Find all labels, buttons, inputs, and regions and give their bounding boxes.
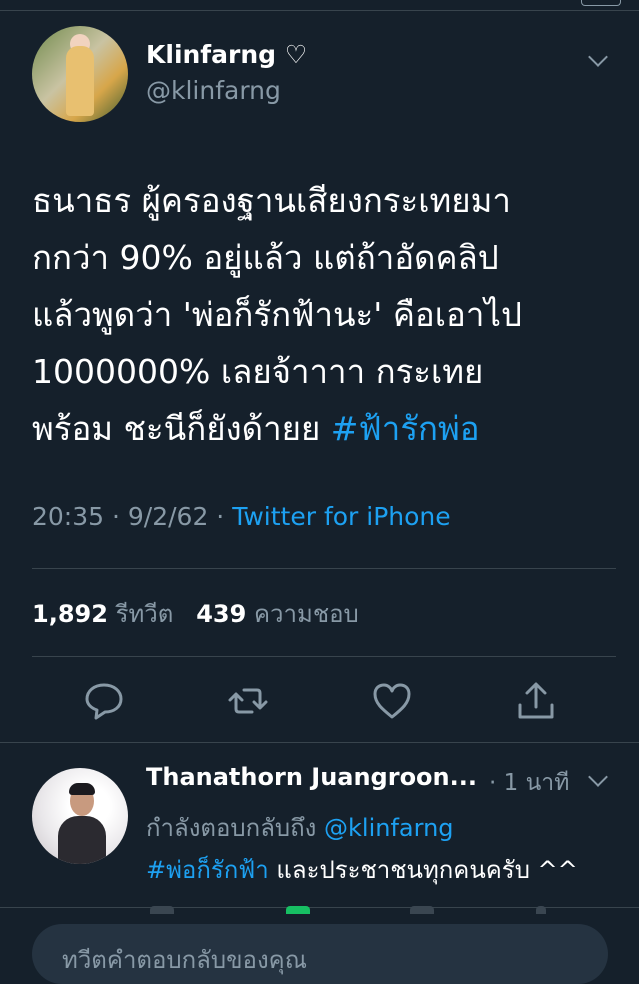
author-avatar[interactable] (32, 26, 128, 122)
tweet-stats: 1,892 รีทวีต 439 ความชอบ (32, 594, 359, 633)
author-handle[interactable]: @klinfarng (146, 76, 281, 105)
retweet-icon[interactable] (226, 679, 270, 723)
divider (32, 656, 616, 657)
divider (0, 742, 639, 743)
tweet-text-line: กกว่า 90% อยู่แล้ว แต่ถ้าอัดคลิป (32, 238, 499, 277)
likes-label[interactable]: ความชอบ (254, 600, 359, 628)
reply-body: และประชาชนทุกคนครับ ^^ (268, 856, 578, 884)
replying-to: กำลังตอบกลับถึง @klinfarng (146, 808, 454, 847)
retweet-icon[interactable] (286, 906, 310, 914)
avatar-figure-body (66, 46, 94, 116)
tweet-meta: 20:35 · 9/2/62 · Twitter for iPhone (32, 502, 451, 531)
divider (32, 568, 616, 569)
avatar-figure-hair (69, 783, 95, 795)
tweet-text: ธนาธร ผู้ครองฐานเสียงกระเทยมา กกว่า 90% … (32, 172, 622, 457)
reply-icon[interactable] (82, 679, 126, 723)
reply-text: #พ่อก็รักฟ้า และประชาชนทุกคนครับ ^^ (146, 850, 578, 889)
share-icon[interactable] (514, 679, 558, 723)
chevron-down-icon[interactable] (588, 767, 608, 787)
top-edge (0, 0, 639, 11)
tweet-text-line: พร้อม ชะนีก็ยังด้ายย #ฟ้ารักพ่อ (32, 400, 622, 457)
retweets-label[interactable]: รีทวีต (116, 600, 174, 628)
tweet-timestamp: 20:35 · 9/2/62 · (32, 502, 233, 531)
tweet-text-last: พร้อม ชะนีก็ยังด้ายย (32, 409, 331, 448)
tweet-source-link[interactable]: Twitter for iPhone (232, 502, 450, 531)
reply-timestamp: · 1 นาที (489, 770, 570, 796)
reply-hashtag-link[interactable]: #พ่อก็รักฟ้า (146, 856, 269, 884)
hashtag-link[interactable]: #ฟ้ารักพ่อ (331, 409, 480, 448)
top-corner-frame (581, 0, 621, 6)
like-icon[interactable] (370, 679, 414, 723)
chevron-down-icon[interactable] (588, 47, 608, 67)
replying-mention[interactable]: @klinfarng (324, 814, 454, 842)
reply-author-name[interactable]: Thanathorn Juangroon... (146, 763, 477, 791)
likes-count[interactable]: 439 (196, 600, 246, 628)
avatar-figure-body (58, 816, 106, 864)
author-name[interactable]: Klinfarng ♡ (146, 40, 307, 69)
tweet-text-line: แล้วพูดว่า 'พ่อก็รักฟ้านะ' คือเอาไป (32, 295, 522, 334)
tweet-text-line: 1000000% เลยจ้าาาา กระเทย (32, 352, 484, 391)
reply-author-avatar[interactable] (32, 768, 128, 864)
reply-compose-field[interactable]: ทวีตคำตอบกลับของคุณ (32, 924, 608, 984)
retweets-count[interactable]: 1,892 (32, 600, 108, 628)
like-icon[interactable] (410, 906, 434, 914)
compose-placeholder: ทวีตคำตอบกลับของคุณ (62, 946, 307, 974)
tweet-text-line: ธนาธร ผู้ครองฐานเสียงกระเทยมา (32, 181, 511, 220)
reply-icon[interactable] (150, 906, 174, 914)
replying-prefix: กำลังตอบกลับถึง (146, 814, 325, 842)
share-icon[interactable] (536, 906, 546, 914)
